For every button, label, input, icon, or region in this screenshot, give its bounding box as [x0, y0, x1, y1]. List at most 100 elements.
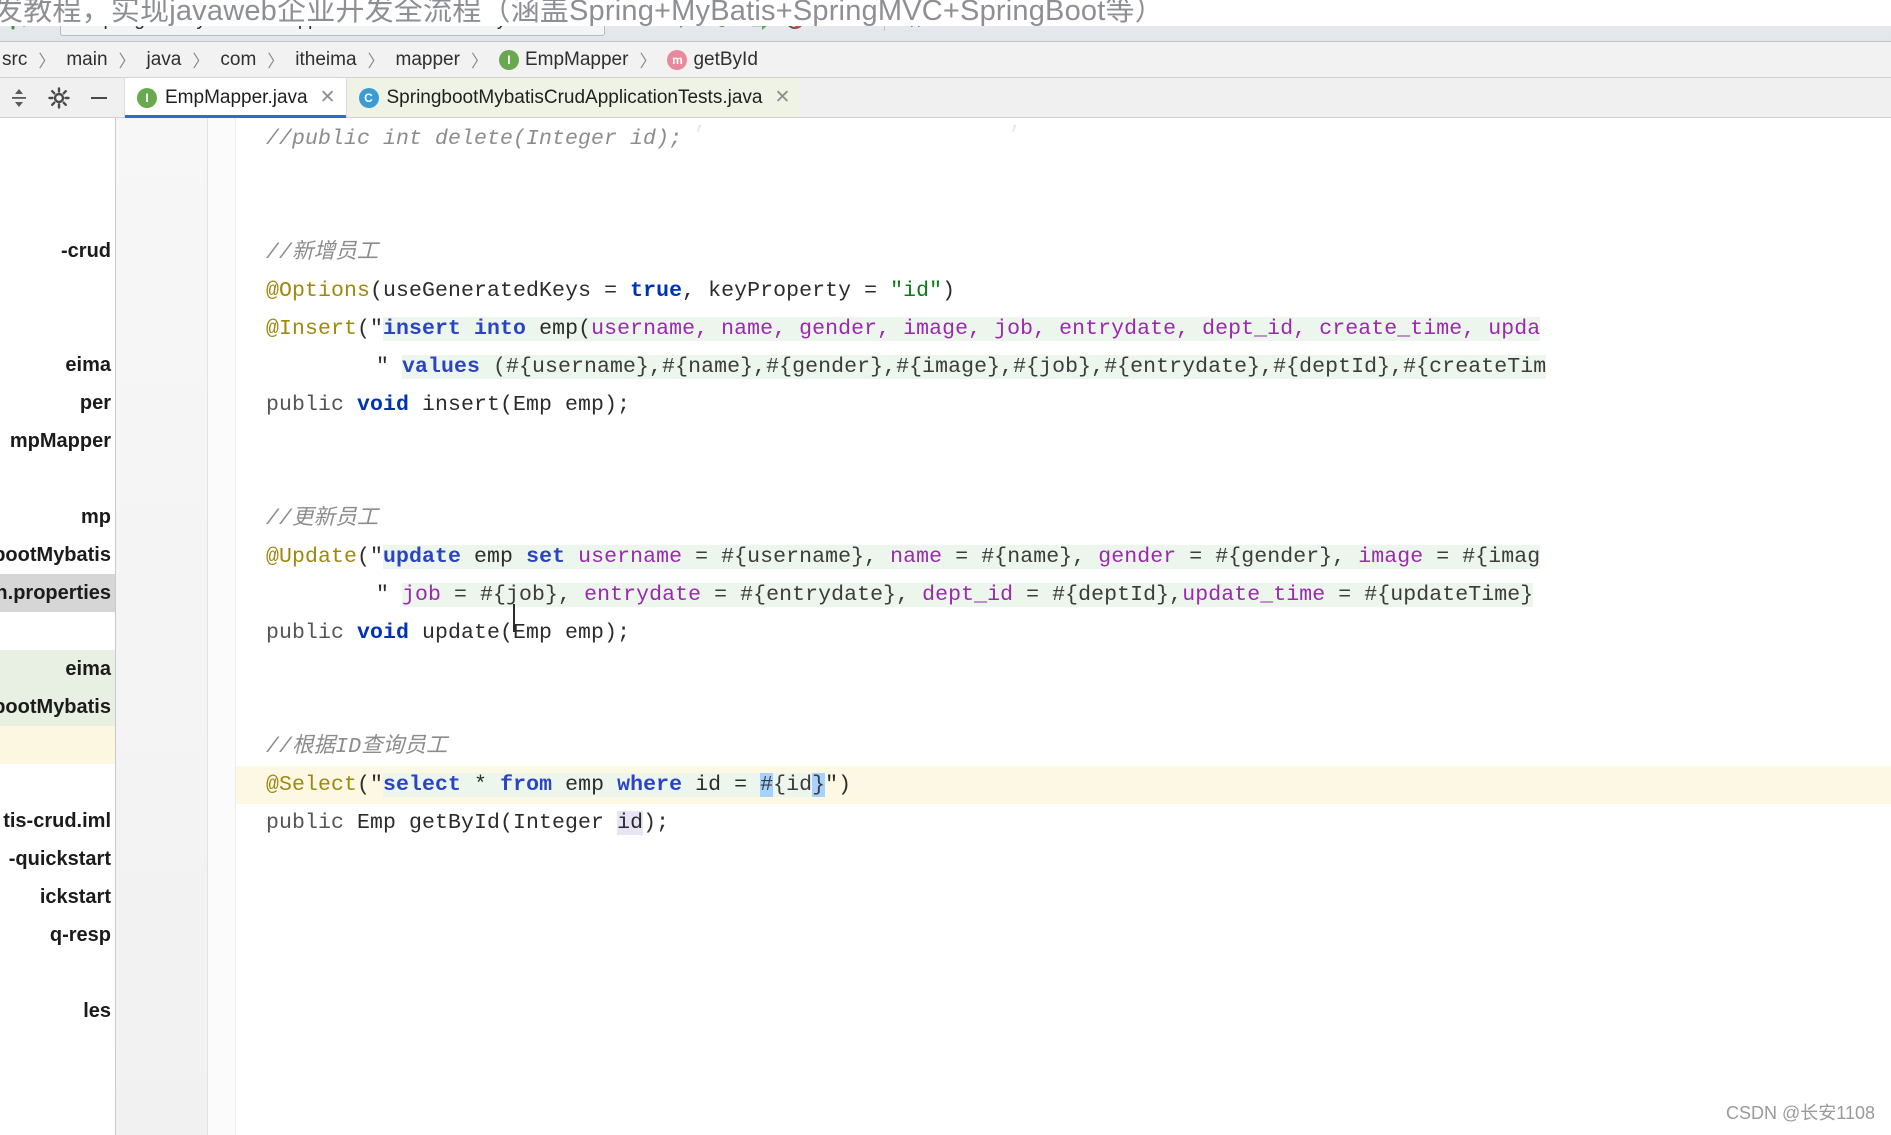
- class-icon: C: [358, 87, 379, 108]
- editor-tab-label: EmpMapper.java: [165, 86, 308, 108]
- ide-window: 发教程，实现javaweb企业开发全流程（涵盖Spring+MyBatis+Sp…: [0, 0, 1891, 1135]
- code-token: = #{username},: [682, 545, 891, 569]
- breadcrumb-item-com[interactable]: com: [218, 49, 258, 71]
- project-tree-spacer: [0, 270, 115, 308]
- project-tree-item[interactable]: eima: [0, 650, 115, 688]
- code-editor[interactable]: , , 12//public int delete(Integer id);13…: [116, 118, 1891, 1135]
- code-token: (#{username},#{name},#{gender},#{image},…: [480, 355, 1547, 379]
- project-tree-item[interactable]: gbootMybatis: [0, 688, 115, 726]
- code-token: = #{gender},: [1176, 545, 1359, 569]
- code-line[interactable]: 13: [116, 158, 1891, 196]
- code-token: ": [376, 583, 403, 607]
- editor-fold-strip[interactable]: [208, 118, 236, 1135]
- code-token: update: [383, 545, 462, 569]
- code-line[interactable]: 20: [116, 424, 1891, 462]
- breadcrumb-separator: 〉: [639, 52, 657, 71]
- code-token: ": [376, 355, 403, 379]
- breadcrumb-separator: 〉: [38, 52, 56, 71]
- close-icon[interactable]: ✕: [774, 86, 790, 109]
- code-token: username: [578, 545, 683, 569]
- settings-gear-icon[interactable]: [48, 86, 70, 109]
- hide-panel-icon[interactable]: [88, 87, 110, 109]
- code-line[interactable]: 29@Select("select * from emp where id = …: [116, 766, 1891, 804]
- code-token: Emp getById(: [357, 811, 514, 835]
- editor-gutter[interactable]: [116, 118, 208, 1135]
- code-line[interactable]: 24⊖" job = #{job}, entrydate = #{entryda…: [116, 576, 1891, 614]
- breadcrumb-item-itheima[interactable]: itheima: [293, 49, 358, 71]
- code-line[interactable]: 19public void insert(Emp emp);: [116, 386, 1891, 424]
- code-lines[interactable]: 12//public int delete(Integer id);131415…: [116, 118, 1891, 1135]
- project-tree-item[interactable]: tis-crud.iml: [0, 802, 115, 840]
- project-tree-spacer: [0, 954, 115, 992]
- editor-tab-bar: I EmpMapper.java ✕ C SpringbootMybatisCrudAp…: [0, 78, 1891, 118]
- project-tree-spacer: [0, 118, 115, 156]
- code-line[interactable]: 30public Emp getById(Integer id);: [116, 804, 1891, 842]
- project-tree-item[interactable]: ion.properties: [0, 574, 115, 612]
- code-line[interactable]: 15//新增员工: [116, 234, 1891, 272]
- code-token: @Options: [266, 279, 371, 303]
- collapse-all-icon[interactable]: [8, 87, 30, 109]
- code-line[interactable]: 23⊖@Update("update emp set username = #{…: [116, 538, 1891, 576]
- code-line[interactable]: 25public void update(Emp emp);: [116, 614, 1891, 652]
- project-tree-item[interactable]: -quickstart: [0, 840, 115, 878]
- code-token: "id": [890, 279, 943, 303]
- project-tree-item-label: eima: [65, 353, 111, 376]
- breadcrumb-item-src[interactable]: src: [0, 49, 29, 71]
- code-token: @Select: [266, 773, 358, 797]
- code-line[interactable]: 18⊖" values (#{username},#{name},#{gende…: [116, 348, 1891, 386]
- breadcrumb-item-label: getById: [693, 48, 758, 70]
- code-token: id: [617, 811, 644, 835]
- code-line[interactable]: 16⊖@Options(useGeneratedKeys = true, key…: [116, 272, 1891, 310]
- code-text: @Options(useGeneratedKeys = true, keyPro…: [266, 272, 955, 310]
- project-tree-item[interactable]: -crud: [0, 232, 115, 270]
- project-tree-item[interactable]: gbootMybatis: [0, 536, 115, 574]
- breadcrumb-item-empmapper[interactable]: I EmpMapper: [497, 49, 631, 71]
- project-tree-spacer: [0, 612, 115, 650]
- code-line[interactable]: 14: [116, 196, 1891, 234]
- project-tree-item-label: q-resp: [49, 923, 111, 946]
- code-line[interactable]: 31}: [116, 842, 1891, 880]
- project-tree-spacer: [0, 308, 115, 346]
- code-text: //public int delete(Integer id);: [266, 120, 682, 158]
- code-line[interactable]: 32: [116, 880, 1891, 918]
- project-sidebar[interactable]: -crud eima per mpMapper mp gbootMybatis ion.pr…: [0, 118, 116, 1135]
- breadcrumb-item-mapper[interactable]: mapper: [394, 49, 462, 71]
- code-line[interactable]: 12//public int delete(Integer id);: [116, 120, 1891, 158]
- code-token: }: [812, 773, 826, 797]
- project-tree-spacer: [0, 726, 115, 764]
- interface-icon: I: [137, 87, 157, 108]
- editor-tab-empmapper-java[interactable]: I EmpMapper.java ✕: [124, 78, 346, 118]
- code-token: job: [402, 583, 442, 607]
- code-token: from: [500, 773, 553, 797]
- breadcrumb-item-label: java: [146, 48, 182, 70]
- project-tree-item[interactable]: mp: [0, 498, 115, 536]
- project-tree-item[interactable]: eima: [0, 346, 115, 384]
- code-token: username, name, gender, image, job, entr…: [591, 317, 1541, 341]
- project-tree-spacer: [0, 460, 115, 498]
- project-tree-item[interactable]: per: [0, 384, 115, 422]
- code-token: emp: [552, 773, 618, 797]
- project-tree-item[interactable]: mpMapper: [0, 422, 115, 460]
- code-token: public: [266, 811, 358, 835]
- code-line[interactable]: 26: [116, 652, 1891, 690]
- breadcrumb-item-label: main: [66, 48, 108, 70]
- close-icon[interactable]: ✕: [320, 86, 336, 109]
- code-line[interactable]: 21: [116, 462, 1891, 500]
- project-tree-item[interactable]: les: [0, 992, 115, 1030]
- breadcrumb-item-getbyid[interactable]: m getById: [665, 49, 759, 71]
- code-token: void: [357, 393, 410, 417]
- code-line[interactable]: 27: [116, 690, 1891, 728]
- project-tree-item[interactable]: ickstart: [0, 878, 115, 916]
- code-token: gender: [1098, 545, 1177, 569]
- editor-tab-springbootmybatiscrudapplicationtests-java[interactable]: C SpringbootMybatisCrudApplicationTests.j…: [345, 78, 801, 117]
- code-token: insert into: [383, 317, 527, 341]
- project-tree-item[interactable]: q-resp: [0, 916, 115, 954]
- code-line[interactable]: 28//根据ID查询员工: [116, 728, 1891, 766]
- code-text: " values (#{username},#{name},#{gender},…: [376, 348, 1547, 386]
- project-tree-item-label: gbootMybatis: [0, 543, 111, 566]
- breadcrumb-item-main[interactable]: main: [64, 49, 109, 71]
- code-text: //更新员工: [266, 500, 378, 538]
- code-line[interactable]: 17⊖@Insert("insert into emp(username, na…: [116, 310, 1891, 348]
- breadcrumb-item-java[interactable]: java: [145, 49, 184, 71]
- code-line[interactable]: 22//更新员工: [116, 500, 1891, 538]
